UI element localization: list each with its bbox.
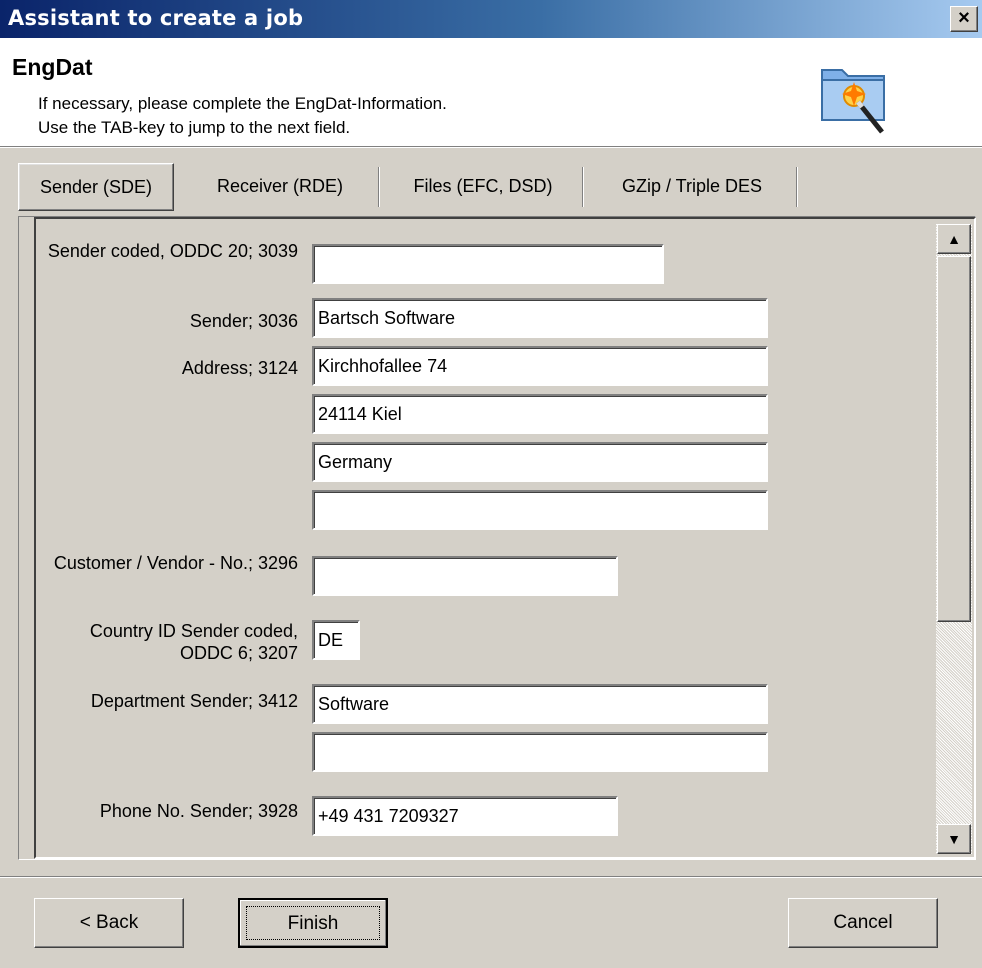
finish-button-label: Finish: [287, 913, 339, 934]
tab-files[interactable]: Files (EFC, DSD): [388, 163, 578, 209]
sender-coded-label: Sender coded, ODDC 20; 3039: [47, 241, 298, 261]
cancel-button-label: Cancel: [833, 912, 893, 933]
tab-divider: [582, 167, 584, 207]
department-line-2-field[interactable]: [312, 732, 768, 772]
vertical-scrollbar[interactable]: ▲ ▼: [936, 224, 972, 854]
header-divider: [0, 147, 982, 148]
sender-coded-field[interactable]: [312, 244, 664, 284]
country-id-field[interactable]: DE: [312, 620, 360, 660]
scroll-thumb[interactable]: [937, 256, 971, 622]
customer-vendor-field[interactable]: [312, 556, 618, 596]
title-bar: Assistant to create a job ×: [0, 0, 982, 38]
tab-receiver[interactable]: Receiver (RDE): [190, 163, 370, 209]
address-line-4-field[interactable]: [312, 490, 768, 530]
scroll-down-button[interactable]: ▼: [937, 824, 971, 854]
back-button[interactable]: < Back: [34, 898, 184, 948]
department-line-1-field[interactable]: Software: [312, 684, 768, 724]
address-label: Address; 3124: [181, 358, 298, 378]
scroll-up-button[interactable]: ▲: [937, 224, 971, 254]
finish-button[interactable]: Finish: [238, 898, 388, 948]
close-button[interactable]: ×: [950, 6, 978, 32]
sender-field[interactable]: Bartsch Software: [312, 298, 768, 338]
window-title: Assistant to create a job: [8, 6, 304, 30]
address-line-2-field[interactable]: 24114 Kiel: [312, 394, 768, 434]
tab-divider: [378, 167, 380, 207]
address-line-1-field[interactable]: Kirchhofallee 74: [312, 346, 768, 386]
department-label: Department Sender; 3412: [90, 691, 298, 711]
folder-wizard-icon: [818, 56, 892, 136]
wizard-header: EngDat If necessary, please complete the…: [0, 38, 982, 147]
country-id-label: Country ID Sender coded, ODDC 6; 3207: [89, 621, 298, 663]
address-line-3-field[interactable]: Germany: [312, 442, 768, 482]
header-instruction-2: Use the TAB-key to jump to the next fiel…: [38, 118, 351, 137]
tab-gzip-triple-des[interactable]: GZip / Triple DES: [592, 163, 792, 209]
header-instruction-1: If necessary, please complete the EngDat…: [38, 94, 447, 113]
back-button-label: < Back: [79, 912, 139, 933]
sender-label: Sender; 3036: [189, 311, 298, 331]
tab-sender[interactable]: Sender (SDE): [18, 163, 174, 211]
phone-field[interactable]: +49 431 7209327: [312, 796, 618, 836]
customer-vendor-label: Customer / Vendor - No.; 3296: [53, 553, 298, 573]
cancel-button[interactable]: Cancel: [788, 898, 938, 948]
phone-label: Phone No. Sender; 3928: [99, 801, 298, 821]
footer-divider: [0, 876, 982, 878]
tab-divider: [796, 167, 798, 207]
page-title: EngDat: [12, 54, 93, 80]
